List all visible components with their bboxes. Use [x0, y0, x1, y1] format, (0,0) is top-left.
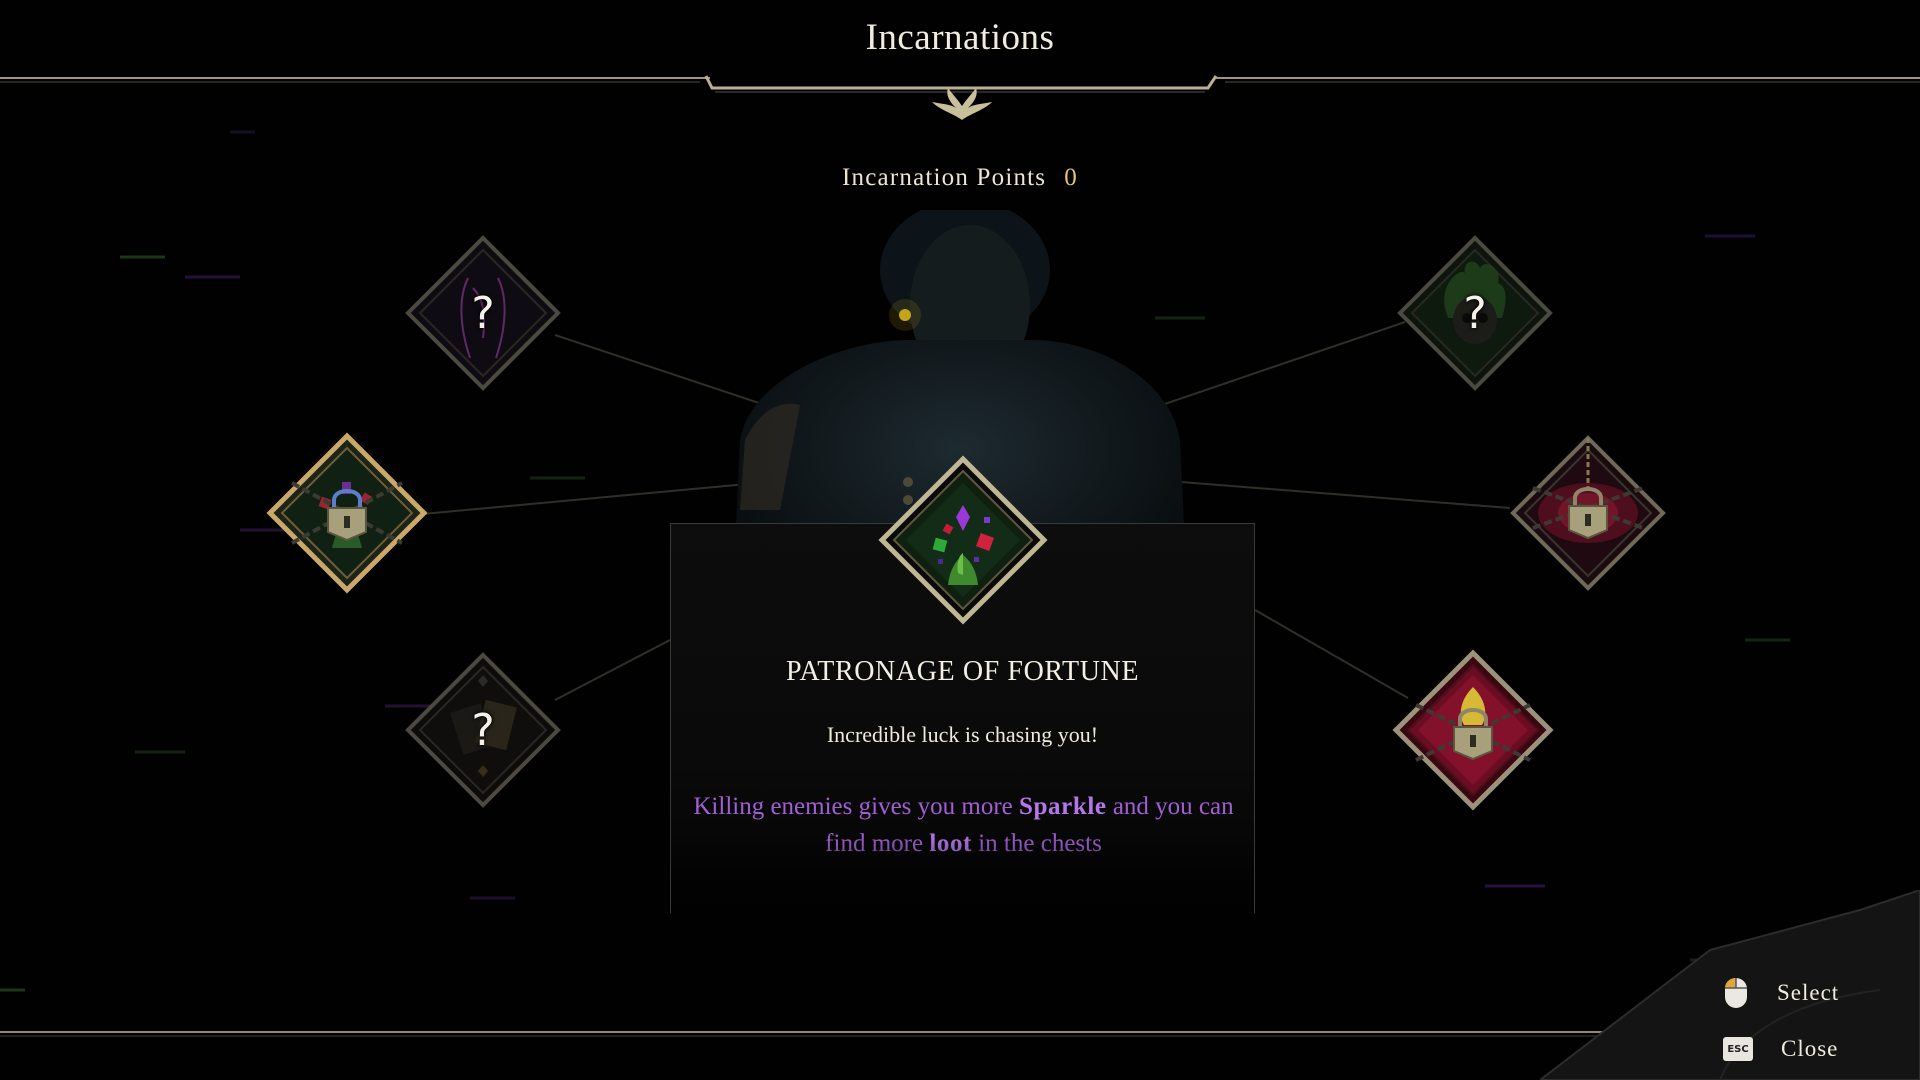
incarnation-node-top-left[interactable]: ?	[398, 228, 568, 398]
close-label: Close	[1781, 1036, 1839, 1061]
red-burst-lock-icon	[1510, 435, 1666, 591]
desc-highlight-sparkle: Sparkle	[1019, 793, 1107, 820]
desc-text-1: Killing enemies gives you more	[693, 793, 1020, 820]
fortune-lock-icon	[266, 432, 428, 594]
incarnation-node-bottom-left[interactable]: ?	[398, 645, 568, 815]
incarnation-node-top-right[interactable]: ?	[1390, 228, 1560, 398]
close-hint[interactable]: ESC Close	[1723, 1036, 1838, 1062]
unknown-mark: ?	[1463, 287, 1487, 339]
mouse-icon	[1725, 978, 1747, 1008]
incarnation-node-center-selected[interactable]	[878, 455, 1048, 625]
incarnation-node-mid-left[interactable]	[262, 428, 432, 598]
select-label: Select	[1777, 980, 1840, 1005]
tooltip-subtitle: Incredible luck is chasing you!	[826, 722, 1099, 747]
desc-text-3: in the chests	[971, 830, 1102, 857]
desc-highlight-loot: loot	[929, 830, 972, 857]
incarnation-node-bottom-right[interactable]	[1388, 645, 1558, 815]
select-hint[interactable]: Select	[1723, 976, 1839, 1010]
tooltip-title: PATRONAGE OF FORTUNE	[785, 656, 1140, 687]
tooltip-description: Killing enemies gives you more Sparkle a…	[691, 788, 1236, 862]
esc-key-icon: ESC	[1723, 1037, 1753, 1061]
unknown-mark: ?	[471, 287, 495, 339]
incarnation-node-mid-right[interactable]	[1503, 428, 1673, 598]
crimson-flame-lock-icon	[1392, 649, 1554, 811]
unknown-mark: ?	[471, 704, 495, 756]
gems-sprout-icon	[878, 455, 1048, 625]
incarnations-screen: Incarnations Incarnation Points 0 ? ? ? …	[0, 0, 1920, 1080]
